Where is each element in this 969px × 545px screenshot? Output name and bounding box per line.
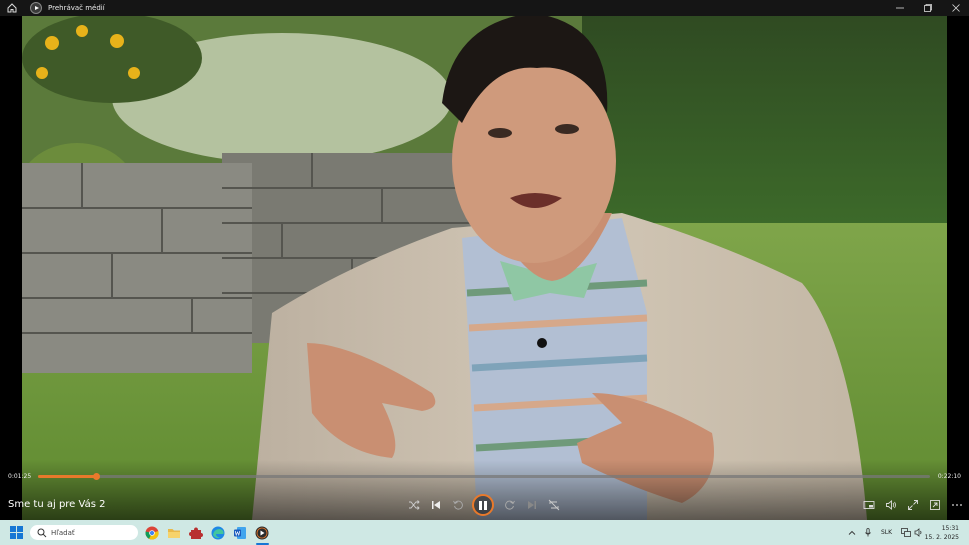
video-image xyxy=(22,13,947,520)
maximize-icon[interactable] xyxy=(923,3,933,13)
puzzle-app-icon[interactable] xyxy=(189,526,203,540)
word-icon[interactable] xyxy=(233,526,247,540)
pause-icon-bar xyxy=(484,500,487,510)
seek-progress xyxy=(38,475,96,478)
repeat-off-icon[interactable] xyxy=(546,497,562,513)
video-title: Sme tu aj pre Vás 2 xyxy=(8,499,106,510)
search-input[interactable] xyxy=(51,528,131,537)
video-frame[interactable] xyxy=(22,13,947,520)
chrome-icon[interactable] xyxy=(145,526,159,540)
windows-logo-tile xyxy=(10,533,16,539)
microphone-icon[interactable] xyxy=(862,527,873,538)
minimize-icon[interactable] xyxy=(895,3,905,13)
home-icon[interactable] xyxy=(6,2,18,14)
cast-icon[interactable] xyxy=(927,497,943,513)
windows-logo-icon xyxy=(10,526,16,532)
media-player-icon[interactable] xyxy=(255,526,269,540)
windows-logo-tile xyxy=(17,533,23,539)
previous-icon[interactable] xyxy=(428,497,444,513)
edge-icon[interactable] xyxy=(211,526,225,540)
seek-bar[interactable] xyxy=(38,473,930,480)
pause-button[interactable] xyxy=(472,494,494,516)
speaker-icon[interactable] xyxy=(913,527,924,538)
language-indicator[interactable]: SLK xyxy=(881,529,892,536)
window-title: Prehrávač médií xyxy=(48,4,105,12)
miniplayer-icon[interactable] xyxy=(861,497,877,513)
close-icon[interactable] xyxy=(951,3,961,13)
network-icon[interactable] xyxy=(900,527,911,538)
search-icon xyxy=(37,528,47,537)
rewind-10-icon[interactable] xyxy=(450,497,466,513)
forward-30-icon[interactable] xyxy=(502,497,518,513)
more-icon[interactable] xyxy=(949,497,965,513)
start-button[interactable] xyxy=(10,526,23,539)
current-time: 0:01:25 xyxy=(8,473,32,480)
title-bar: Prehrávač médií xyxy=(0,0,969,16)
file-explorer-icon[interactable] xyxy=(167,526,181,540)
seek-thumb[interactable] xyxy=(92,473,100,480)
pause-icon xyxy=(479,500,482,510)
clock-date: 15. 2. 2025 xyxy=(924,534,959,541)
volume-icon[interactable] xyxy=(883,497,899,513)
search-box[interactable] xyxy=(30,525,138,540)
fullscreen-icon[interactable] xyxy=(905,497,921,513)
next-icon[interactable] xyxy=(524,497,540,513)
chevron-up-icon[interactable] xyxy=(846,527,857,538)
shuffle-icon[interactable] xyxy=(406,497,422,513)
system-clock[interactable]: 15:31 15. 2. 2025 xyxy=(925,524,959,542)
taskbar: SLK 15:31 15. 2. 2025 xyxy=(0,520,969,545)
windows-logo-tile xyxy=(17,526,23,532)
clock-time: 15:31 xyxy=(941,525,959,532)
media-player-icon xyxy=(30,2,42,14)
total-time: 0:22:10 xyxy=(937,473,961,480)
